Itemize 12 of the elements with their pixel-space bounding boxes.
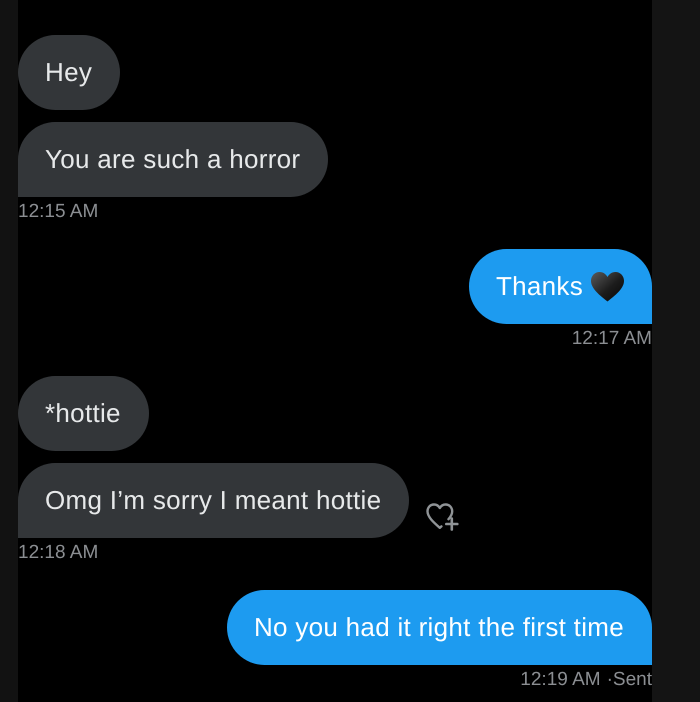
timestamp: 12:18 AM bbox=[18, 543, 98, 563]
message-text: No you had it right the first time bbox=[254, 613, 624, 642]
sent-status: ·Sent bbox=[606, 670, 652, 690]
timestamp: 12:15 AM bbox=[18, 202, 98, 222]
timestamp: 12:17 AM bbox=[572, 329, 652, 349]
heart-plus-icon[interactable] bbox=[426, 503, 462, 531]
message-text: Hey bbox=[45, 58, 92, 87]
message-text: Thanks bbox=[496, 272, 583, 301]
message-text: You are such a horror bbox=[45, 145, 300, 174]
message-text: Omg I’m sorry I meant hottie bbox=[45, 486, 382, 515]
message-text: *hottie bbox=[45, 399, 121, 428]
timestamp: 12:19 AM bbox=[520, 670, 601, 690]
